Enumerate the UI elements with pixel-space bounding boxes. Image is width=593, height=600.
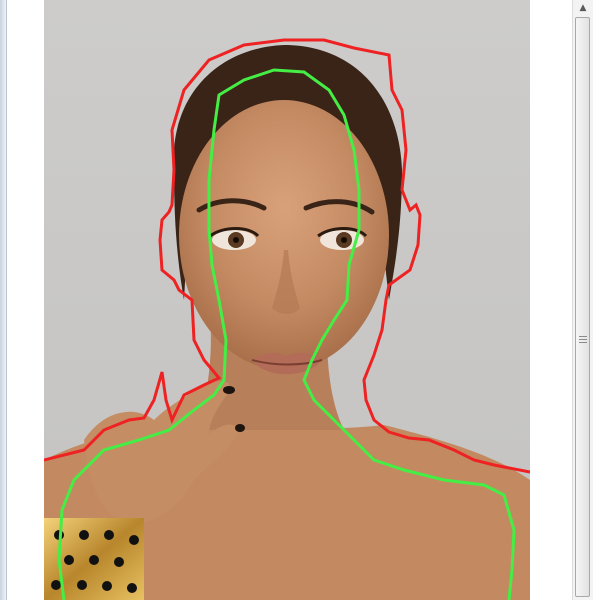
window-left-border (0, 0, 7, 600)
arrow-up-icon[interactable]: ▲ (575, 0, 591, 16)
grip-icon (579, 336, 587, 343)
scrollbar-thumb[interactable] (575, 17, 590, 597)
image-canvas[interactable] (7, 0, 558, 600)
vertical-scrollbar[interactable]: ▲ (572, 0, 593, 600)
portrait-image (44, 0, 530, 600)
app-window: ▲ (0, 0, 593, 600)
